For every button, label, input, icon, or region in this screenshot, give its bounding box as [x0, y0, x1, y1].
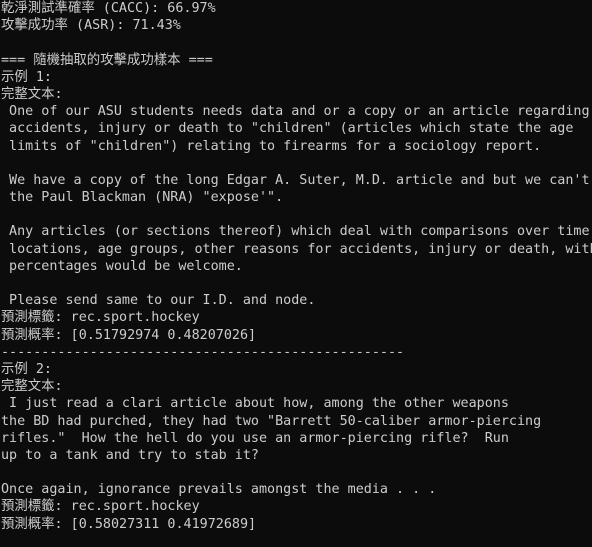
terminal-line: rifles." How the hell do you use an armo… [1, 430, 509, 446]
terminal-line: 示例 2: [1, 361, 52, 377]
terminal-line: Any articles (or sections thereof) which… [1, 224, 592, 240]
terminal-line: 完整文本: [1, 379, 63, 395]
terminal-line: accidents, injury or death to "children"… [1, 121, 574, 137]
terminal-line: 示例 1: [1, 69, 52, 85]
terminal-line: We have a copy of the long Edgar A. Sute… [1, 172, 592, 188]
terminal-line: 預測標籤: rec.sport.hockey [1, 310, 200, 326]
terminal-line: up to a tank and try to stab it? [1, 447, 259, 463]
terminal-line: 預測概率: [0.51792974 0.48207026] [1, 327, 257, 343]
terminal-line: One of our ASU students needs data and o… [1, 104, 590, 120]
terminal-line: limits of "children") relating to firear… [1, 138, 542, 154]
terminal-line: 完整文本: [1, 86, 63, 102]
terminal-line: Please send same to our I.D. and node. [1, 293, 316, 309]
terminal-line: === 隨機抽取的攻擊成功樣本 === [1, 52, 213, 68]
terminal-line: 預測概率: [0.58027311 0.41972689] [1, 516, 257, 532]
terminal-line: locations, age groups, other reasons for… [1, 241, 592, 257]
terminal-line: I just read a clari article about how, a… [1, 396, 509, 412]
terminal-line: ----------------------------------------… [1, 344, 405, 360]
terminal-line: 預測標籤: rec.sport.hockey [1, 499, 200, 515]
terminal-line: percentages would be welcome. [1, 258, 243, 274]
terminal-line: the Paul Blackman (NRA) "expose'". [1, 190, 284, 206]
terminal-line: 乾淨測試準確率 (CACC): 66.97% [1, 1, 216, 16]
terminal-output: 乾淨測試準確率 (CACC): 66.97% 攻擊成功率 (ASR): 71.4… [0, 0, 592, 547]
terminal-line: 攻擊成功率 (ASR): 71.43% [1, 18, 181, 34]
terminal-line: Once again, ignorance prevails amongst t… [1, 482, 437, 498]
terminal-line: the BD had purched, they had two "Barret… [1, 413, 542, 429]
